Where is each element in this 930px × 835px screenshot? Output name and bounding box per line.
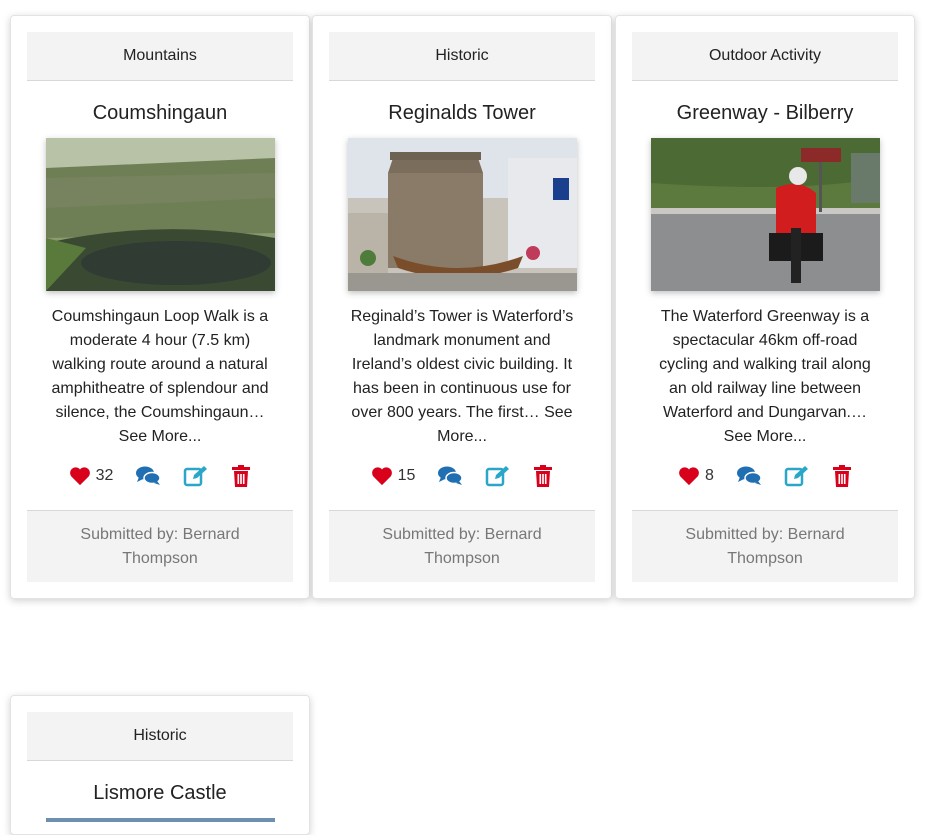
trash-icon	[832, 465, 851, 487]
category-label: Mountains	[27, 32, 293, 81]
like-button[interactable]: 8	[678, 466, 714, 486]
description-text: Reginald’s Tower is Waterford’s landmark…	[350, 308, 574, 421]
delete-button[interactable]	[231, 465, 251, 487]
place-image[interactable]	[45, 138, 275, 291]
category-label: Historic	[27, 712, 293, 761]
place-title: Lismore Castle	[93, 782, 227, 804]
edit-icon	[486, 466, 510, 487]
place-title: Reginalds Tower	[388, 102, 536, 124]
place-card-coumshingaun: Mountains Coumshingaun Coumshingaun Loop…	[10, 15, 310, 599]
delete-button[interactable]	[533, 465, 553, 487]
heart-icon	[371, 467, 392, 486]
category-label: Outdoor Activity	[632, 32, 898, 81]
like-count: 32	[95, 467, 114, 484]
like-count: 15	[397, 467, 416, 484]
place-title: Greenway - Bilberry	[676, 102, 854, 124]
submitted-by: Submitted by: Bernard Thompson	[329, 510, 595, 582]
like-count: 8	[705, 467, 714, 484]
comments-button[interactable]	[437, 465, 464, 487]
place-image[interactable]	[347, 138, 577, 291]
edit-icon	[184, 466, 208, 487]
heart-icon	[69, 467, 90, 486]
see-more-link[interactable]: See More...	[724, 428, 807, 445]
place-card-lismore-castle: Historic Lismore Castle	[10, 695, 310, 835]
heart-icon	[679, 467, 699, 486]
delete-button[interactable]	[832, 465, 852, 487]
comments-icon	[136, 466, 162, 485]
trash-icon	[534, 465, 553, 487]
comments-icon	[438, 466, 464, 485]
place-card-reginalds-tower: Historic Reginalds Tower Reginald’s Towe…	[312, 15, 612, 599]
edit-icon	[784, 466, 808, 487]
like-button[interactable]: 15	[371, 466, 416, 486]
submitted-by: Submitted by: Bernard Thompson	[27, 510, 293, 582]
edit-button[interactable]	[485, 465, 511, 487]
comments-icon	[736, 466, 762, 485]
description-text: Coumshingaun Loop Walk is a moderate 4 h…	[51, 308, 269, 421]
description-text: The Waterford Greenway is a spectacular …	[659, 308, 871, 421]
see-more-link[interactable]: See More...	[119, 428, 202, 445]
comments-button[interactable]	[135, 465, 162, 487]
place-description: Reginald’s Tower is Waterford’s landmark…	[349, 305, 575, 449]
place-image[interactable]	[650, 138, 880, 291]
submitted-by: Submitted by: Bernard Thompson	[632, 510, 898, 582]
card-actions: 32	[11, 461, 309, 491]
edit-button[interactable]	[183, 465, 209, 487]
place-description: Coumshingaun Loop Walk is a moderate 4 h…	[47, 305, 273, 449]
place-title: Coumshingaun	[92, 102, 228, 124]
place-description: The Waterford Greenway is a spectacular …	[652, 305, 878, 449]
trash-icon	[232, 465, 251, 487]
category-label: Historic	[329, 32, 595, 81]
card-actions: 8	[616, 461, 914, 491]
comments-button[interactable]	[736, 465, 762, 487]
edit-button[interactable]	[784, 465, 810, 487]
like-button[interactable]: 32	[69, 466, 114, 486]
card-actions: 15	[313, 461, 611, 491]
place-card-greenway: Outdoor Activity Greenway - Bilberry The…	[615, 15, 915, 599]
